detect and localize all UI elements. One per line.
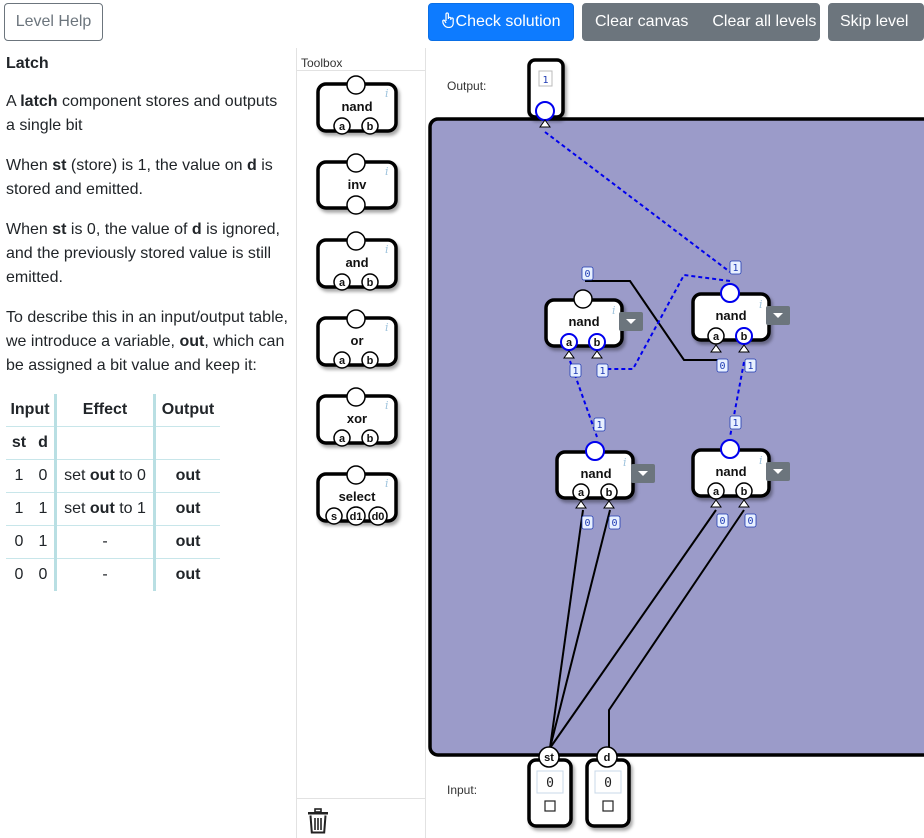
input-name: st (544, 752, 554, 764)
input-value: 0 (546, 776, 554, 791)
info-icon: i (385, 399, 389, 412)
output-node: 1 (527, 58, 565, 128)
toolbox-or-label: or (351, 333, 364, 348)
pin-label: b (367, 355, 374, 367)
wire-value: 0 (719, 516, 725, 527)
toolbox-select[interactable]: select i s d1 d0 (316, 465, 398, 526)
toolbox-inv[interactable]: inv i (316, 153, 398, 215)
circuit-canvas[interactable]: nand i a b inv i and i a b or i a b xor … (0, 0, 924, 838)
pin-label: b (367, 121, 374, 133)
wire-value: 1 (599, 366, 605, 377)
gate-label: nand (715, 464, 746, 479)
toolbox-nand-label: nand (341, 99, 372, 114)
pin-label: a (578, 487, 585, 499)
info-icon: i (759, 454, 763, 467)
info-icon: i (385, 165, 389, 178)
toolbox-and[interactable]: and i a b (316, 231, 398, 291)
wire-value: 1 (596, 420, 602, 431)
info-icon: i (759, 298, 763, 311)
info-icon: i (612, 304, 616, 317)
pin-label: a (339, 121, 346, 133)
input-value: 0 (604, 776, 612, 791)
pin-label: a (339, 277, 346, 289)
pin-label: b (367, 277, 374, 289)
gate-label: nand (568, 314, 599, 329)
checkbox-icon[interactable] (544, 800, 556, 812)
pin-label: b (594, 337, 601, 349)
info-icon: i (385, 243, 389, 256)
wire-value: 1 (732, 263, 738, 274)
pin-label: b (367, 433, 374, 445)
info-icon: i (385, 477, 389, 490)
toolbox-nand[interactable]: nand i a b (316, 75, 398, 135)
pin-label: d0 (372, 511, 385, 523)
pin-label: s (331, 511, 337, 523)
gate-label: nand (715, 308, 746, 323)
gate-label: nand (580, 466, 611, 481)
pin-label: a (713, 486, 720, 498)
info-icon: i (385, 87, 389, 100)
input-node-d[interactable]: d 0 (585, 746, 631, 828)
toolbox-xor[interactable]: xor i a b (316, 387, 398, 447)
pin-label: a (713, 331, 720, 343)
wire-value: 1 (572, 366, 578, 377)
checkbox-icon[interactable] (602, 800, 614, 812)
wire-value: 0 (719, 361, 725, 372)
latch-component-area[interactable] (428, 117, 924, 757)
output-label: Output: (447, 79, 486, 93)
pin-label: a (566, 337, 573, 349)
toolbox-or[interactable]: or i a b (316, 309, 398, 369)
input-name: d (604, 752, 611, 764)
info-icon: i (623, 456, 627, 469)
toolbox-select-label: select (339, 489, 377, 504)
pin-label: a (339, 355, 346, 367)
toolbox-and-label: and (345, 255, 368, 270)
pin-label: d1 (350, 511, 363, 523)
output-value: 1 (542, 75, 548, 86)
pin-label: b (606, 487, 613, 499)
wire-value: 1 (747, 361, 753, 372)
wire-value: 0 (611, 518, 617, 529)
toolbox-xor-label: xor (347, 411, 367, 426)
pin-label: a (339, 433, 346, 445)
input-node-st[interactable]: st 0 (527, 746, 573, 828)
wire-value: 0 (584, 518, 590, 529)
wire-value: 0 (584, 269, 590, 280)
pin-label: b (741, 486, 748, 498)
pin-label: b (741, 331, 748, 343)
info-icon: i (385, 321, 389, 334)
input-label: Input: (447, 783, 477, 797)
wire-value: 1 (732, 418, 738, 429)
wire-value: 0 (747, 516, 753, 527)
toolbox-inv-label: inv (348, 177, 368, 192)
